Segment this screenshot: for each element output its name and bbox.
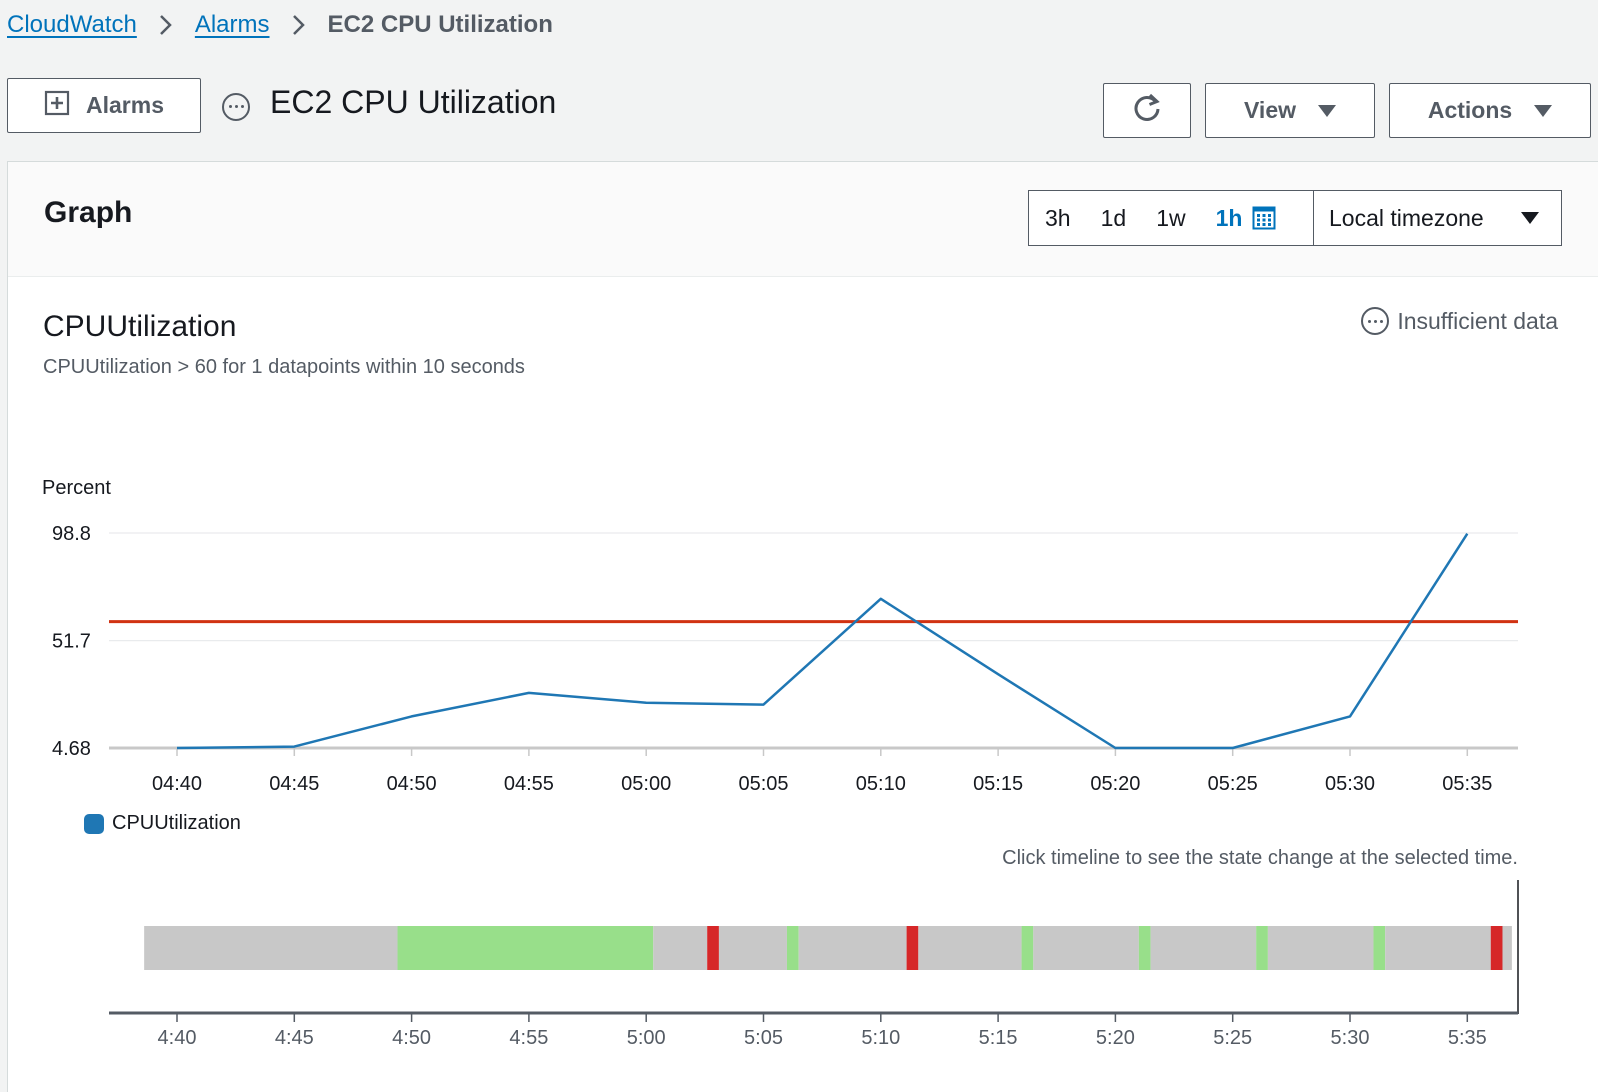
y-tick-label: 4.68: [52, 738, 91, 760]
timeline-segment-insufficient[interactable]: [1150, 926, 1257, 970]
timeline-tick-label: 5:25: [1213, 1027, 1252, 1049]
timeline-segment-alarm[interactable]: [1490, 926, 1503, 970]
chevron-right-icon: [159, 14, 173, 36]
y-tick-label: 51.7: [52, 631, 91, 653]
page-heading: EC2 CPU Utilization: [222, 84, 556, 121]
legend-swatch: [84, 813, 104, 834]
chart-grid: [109, 532, 1518, 750]
timeline-segment-insufficient[interactable]: [1267, 926, 1374, 970]
timeline-tick-label: 5:20: [1096, 1027, 1135, 1049]
x-tick-label: 04:55: [504, 773, 554, 795]
timeline-tick-label: 5:00: [627, 1027, 666, 1049]
x-tick-label: 05:10: [856, 773, 906, 795]
timeline-tick-label: 4:40: [158, 1027, 197, 1049]
x-tick-label: 04:50: [387, 773, 437, 795]
y-tick-label: 98.8: [52, 523, 91, 545]
timeline-tick-label: 5:15: [979, 1027, 1018, 1049]
timeline-segment-insufficient[interactable]: [718, 926, 787, 970]
timeline-segment-insufficient[interactable]: [1385, 926, 1491, 970]
timeline-hint: Click timeline to see the state change a…: [1002, 847, 1518, 869]
insufficient-data-icon: [222, 92, 250, 121]
timeline-tick-label: 5:30: [1331, 1027, 1370, 1049]
alarms-back-button[interactable]: Alarms: [7, 78, 201, 133]
x-axis-ticks: 04:40 04:45 04:50 04:55 05:00 05:05 05:10 05:15…: [152, 748, 1492, 795]
timeline-segment-insufficient[interactable]: [144, 926, 398, 970]
x-tick-label: 05:15: [973, 773, 1023, 795]
y-axis-ticks: 4.68 51.7 98.8: [52, 523, 91, 760]
timeline-segment-ok[interactable]: [1138, 926, 1151, 970]
chart-legend[interactable]: CPUUtilization: [84, 812, 241, 835]
x-tick-label: 05:30: [1325, 773, 1375, 795]
alarms-back-label: Alarms: [86, 92, 164, 118]
actions-dropdown-button[interactable]: Actions: [1389, 83, 1591, 138]
timeline-segment-alarm[interactable]: [906, 926, 919, 970]
x-tick-label: 05:25: [1208, 773, 1258, 795]
breadcrumb-current: EC2 CPU Utilization: [327, 11, 553, 38]
timeline-segment-insufficient[interactable]: [918, 926, 1022, 970]
breadcrumb-link-cloudwatch[interactable]: CloudWatch: [7, 11, 137, 39]
timeline-tick-label: 4:45: [275, 1027, 314, 1049]
x-tick-label: 04:45: [269, 773, 319, 795]
caret-down-icon: [1318, 104, 1336, 117]
timeline-tick-label: 4:55: [509, 1027, 548, 1049]
actions-label: Actions: [1427, 97, 1513, 123]
x-tick-label: 05:35: [1442, 773, 1492, 795]
timeline-segment-ok[interactable]: [786, 926, 799, 970]
timeline-tick-label: 4:50: [392, 1027, 431, 1049]
breadcrumb-link-alarms[interactable]: Alarms: [195, 11, 270, 39]
refresh-button[interactable]: [1103, 83, 1191, 138]
timeline-segment-ok[interactable]: [1373, 926, 1386, 970]
cpu-utilization-chart: Percent 4.68 51.7 98.8 04:40 04:45 04:50 04:5…: [42, 477, 1519, 1049]
expand-icon: [44, 90, 70, 122]
timeline-tick-label: 5:05: [744, 1027, 783, 1049]
page-title: EC2 CPU Utilization: [270, 84, 557, 120]
timeline-segment-insufficient[interactable]: [653, 926, 708, 970]
refresh-icon: [1131, 92, 1163, 130]
timeline-segment-ok[interactable]: [1256, 926, 1268, 970]
x-tick-label: 05:00: [621, 773, 671, 795]
timeline-segment-ok[interactable]: [397, 926, 654, 970]
x-tick-label: 04:40: [152, 773, 202, 795]
view-dropdown-button[interactable]: View: [1205, 83, 1375, 138]
y-axis-label: Percent: [42, 477, 111, 499]
timeline-tick-label: 5:10: [861, 1027, 900, 1049]
breadcrumb: CloudWatch Alarms EC2 CPU Utilization: [7, 8, 553, 42]
timeline-segment-insufficient[interactable]: [798, 926, 907, 970]
legend-label: CPUUtilization: [112, 812, 241, 834]
chevron-right-icon: [292, 14, 306, 36]
timeline-segment-insufficient[interactable]: [1502, 926, 1512, 970]
timeline-segment-insufficient[interactable]: [1033, 926, 1139, 970]
state-timeline[interactable]: [144, 880, 1519, 1014]
graph-panel: Graph 3h 1d 1w 1h Local timezone CPUUtil…: [7, 161, 1598, 1092]
x-tick-label: 05:05: [738, 773, 788, 795]
view-label: View: [1244, 97, 1296, 123]
timeline-segment-alarm[interactable]: [707, 926, 719, 970]
timeline-segment-ok[interactable]: [1021, 926, 1034, 970]
x-tick-label: 05:20: [1090, 773, 1140, 795]
caret-down-icon: [1534, 104, 1553, 117]
timeline-tick-label: 5:35: [1448, 1027, 1487, 1049]
timeline-axis-ticks: 4:40 4:45 4:50 4:55 5:00 5:05 5:10 5:15 5:20 5:25…: [109, 1011, 1518, 1049]
